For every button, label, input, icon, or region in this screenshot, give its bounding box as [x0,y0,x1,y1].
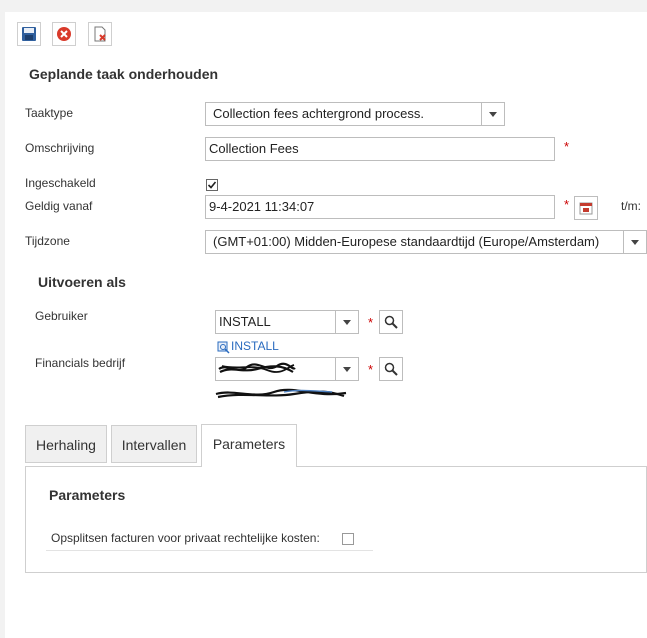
chevron-down-icon[interactable] [481,103,504,125]
tab-herhaling[interactable]: Herhaling [25,425,107,463]
financials-label: Financials bedrijf [35,356,126,370]
cancel-button[interactable] [52,22,76,46]
geldig-vanaf-input[interactable]: 9-4-2021 11:34:07 [205,195,555,219]
tab-panel [25,466,647,573]
checkmark-icon [207,181,217,189]
redacted-link-scribble[interactable] [214,386,349,402]
tijdzone-value: (GMT+01:00) Midden-Europese standaardtij… [213,234,600,249]
gebruiker-value: INSTALL [219,314,271,329]
ingeschakeld-label: Ingeschakeld [25,176,96,190]
taaktype-select[interactable]: Collection fees achtergrond process. [205,102,505,126]
save-button[interactable] [17,22,41,46]
calendar-icon [579,202,593,215]
taaktype-label: Taaktype [25,106,74,120]
delete-button[interactable] [88,22,112,46]
geldig-vanaf-label: Geldig vanaf [25,199,93,213]
financials-select[interactable] [215,357,359,381]
omschrijving-label: Omschrijving [25,141,95,155]
required-marker: * [368,315,374,330]
chevron-down-icon[interactable] [335,311,358,333]
required-marker: * [564,139,570,154]
chevron-down-icon[interactable] [335,358,358,380]
tab-parameters[interactable]: Parameters [201,424,297,467]
tijdzone-label: Tijdzone [25,234,70,248]
omschrijving-input[interactable]: Collection Fees [205,137,555,161]
top-bar [0,0,647,12]
required-marker: * [564,197,570,212]
run-as-title: Uitvoeren als [38,274,126,290]
parameter-row-divider [46,550,373,551]
ingeschakeld-checkbox[interactable] [206,179,218,191]
page-title: Geplande taak onderhouden [29,66,219,82]
parameters-title: Parameters [49,487,126,503]
calendar-button[interactable] [574,196,598,220]
user-lookup-icon [217,341,230,354]
save-icon [22,27,36,41]
search-icon [384,315,398,329]
chevron-down-icon[interactable] [623,231,646,253]
until-label: t/m: [621,199,641,213]
financials-search-button[interactable] [379,357,403,381]
tab-intervallen[interactable]: Intervallen [111,425,197,463]
search-icon [384,362,398,376]
delete-document-icon [94,26,106,42]
split-invoices-label: Opsplitsen facturen voor privaat rechtel… [51,531,320,545]
redacted-scribble [218,362,296,374]
gebruiker-search-button[interactable] [379,310,403,334]
taaktype-value: Collection fees achtergrond process. [213,106,425,121]
split-invoices-checkbox[interactable] [342,533,354,545]
gebruiker-label: Gebruiker [35,309,88,323]
tijdzone-select[interactable]: (GMT+01:00) Midden-Europese standaardtij… [205,230,647,254]
cancel-icon [57,27,71,41]
required-marker: * [368,362,374,377]
user-link-text[interactable]: INSTALL [231,339,279,353]
gebruiker-select[interactable]: INSTALL [215,310,359,334]
